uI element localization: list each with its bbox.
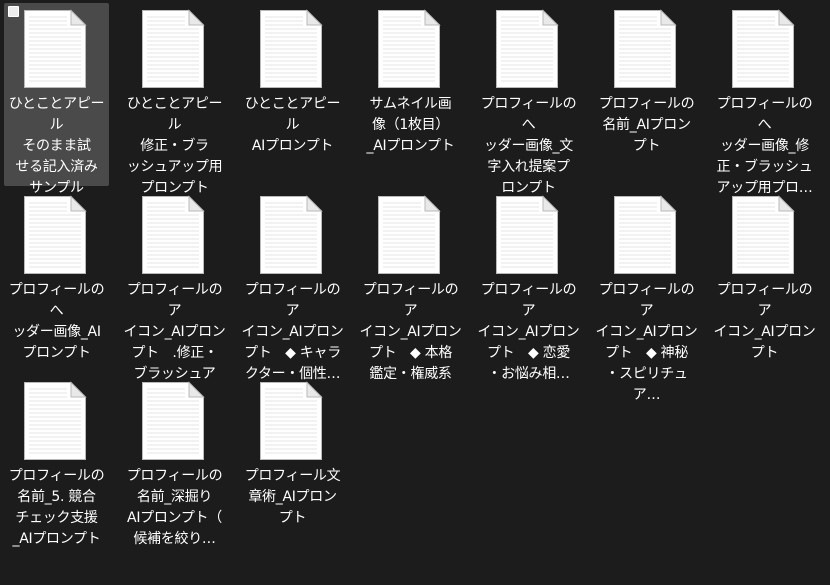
- file-name: プロフィールの 名前_深掘り AIプロンプト（ 候補を絞り…: [126, 468, 223, 547]
- file-item[interactable]: プロフィールのア イコン_AIプロン プト ◆ 恋愛 ・お悩み相…: [476, 189, 581, 382]
- text-document-icon: [731, 195, 795, 275]
- file-item[interactable]: ひとことアピール 修正・ブラ ッシュアップ用 プロンプト: [122, 3, 227, 196]
- file-item[interactable]: プロフィールのア イコン_AIプロン プト .修正・ ブラッシュアッ…: [122, 189, 227, 403]
- file-item[interactable]: プロフィールのア イコン_AIプロン プト ◆ 神秘 ・スピリチュア…: [594, 189, 699, 403]
- text-document-icon: [23, 195, 87, 275]
- file-item[interactable]: プロフィールの 名前_深掘り AIプロンプト（ 候補を絞り…: [122, 375, 227, 559]
- file-item[interactable]: プロフィールのへ ッダー画像_文 字入れ提案プ ロンプト: [476, 3, 581, 196]
- file-name: プロフィールのア イコン_AIプロン プト ◆ 神秘 ・スピリチュア…: [595, 282, 698, 403]
- file-item[interactable]: プロフィール文 章術_AIプロン プト: [240, 375, 345, 559]
- file-grid: ひとことアピール そのまま試 せる記入済み サンプル ひとことアピール 修正・ブラ…: [4, 3, 830, 585]
- text-document-icon: [141, 381, 205, 461]
- file-name: ひとことアピール 修正・ブラ ッシュアップ用 プロンプト: [126, 96, 223, 196]
- file-item[interactable]: プロフィールのア イコン_AIプロン プト: [712, 189, 817, 373]
- file-item[interactable]: プロフィールの 名前_5. 競合 チェック支援 _AIプロンプト: [4, 375, 109, 559]
- file-item[interactable]: ひとことアピール そのまま試 せる記入済み サンプル: [4, 3, 109, 196]
- file-name: プロフィールのア イコン_AIプロン プト ◆ 恋愛 ・お悩み相…: [477, 282, 580, 382]
- file-name: プロフィールの 名前_AIプロン プト: [598, 96, 695, 154]
- file-item[interactable]: サムネイル画 像（1枚目） _AIプロンプト: [358, 3, 463, 187]
- file-name: プロフィールのア イコン_AIプロン プト ◆ 本格 鑑定・権威系: [359, 282, 462, 382]
- file-item[interactable]: プロフィールのア イコン_AIプロン プト ◆ キャラ クター・個性…: [240, 189, 345, 382]
- text-document-icon: [141, 9, 205, 89]
- file-name: プロフィールのへ ッダー画像_AI プロンプト: [8, 282, 105, 361]
- text-document-icon: [23, 381, 87, 461]
- text-document-icon: [495, 9, 559, 89]
- file-name: ひとことアピール AIプロンプト: [244, 96, 341, 154]
- text-document-icon: [731, 9, 795, 89]
- file-name: プロフィールの 名前_5. 競合 チェック支援 _AIプロンプト: [8, 468, 105, 547]
- text-document-icon: [141, 195, 205, 275]
- file-name: プロフィールのア イコン_AIプロン プト: [713, 282, 816, 361]
- file-name: プロフィール文 章術_AIプロン プト: [244, 468, 341, 526]
- text-document-icon: [23, 9, 87, 89]
- select-checkbox[interactable]: [8, 6, 19, 17]
- text-document-icon: [377, 195, 441, 275]
- text-document-icon: [613, 9, 677, 89]
- file-name: ひとことアピール そのまま試 せる記入済み サンプル: [8, 96, 105, 196]
- file-name: プロフィールのへ ッダー画像_修 正・ブラッシュ アップ用プロ…: [716, 96, 813, 196]
- file-name: サムネイル画 像（1枚目） _AIプロンプト: [366, 96, 455, 154]
- text-document-icon: [259, 195, 323, 275]
- file-item[interactable]: プロフィールのア イコン_AIプロン プト ◆ 本格 鑑定・権威系: [358, 189, 463, 382]
- file-item[interactable]: プロフィールのへ ッダー画像_AI プロンプト: [4, 189, 109, 373]
- file-name: プロフィールのへ ッダー画像_文 字入れ提案プ ロンプト: [480, 96, 577, 196]
- text-document-icon: [259, 9, 323, 89]
- file-item[interactable]: プロフィールの 名前_AIプロン プト: [594, 3, 699, 187]
- text-document-icon: [495, 195, 559, 275]
- text-document-icon: [259, 381, 323, 461]
- text-document-icon: [613, 195, 677, 275]
- file-name: プロフィールのア イコン_AIプロン プト ◆ キャラ クター・個性…: [241, 282, 344, 382]
- text-document-icon: [377, 9, 441, 89]
- file-item[interactable]: ひとことアピール AIプロンプト: [240, 3, 345, 187]
- file-item[interactable]: プロフィールのへ ッダー画像_修 正・ブラッシュ アップ用プロ…: [712, 3, 817, 196]
